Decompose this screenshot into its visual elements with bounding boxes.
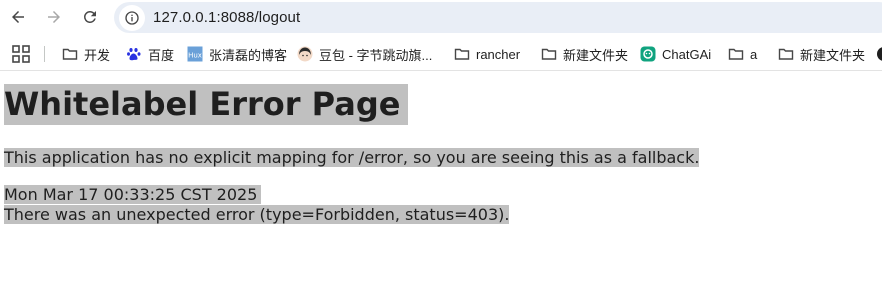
error-timestamp: Mon Mar 17 00:33:25 CST 2025 xyxy=(4,185,262,204)
fallback-message-text: This application has no explicit mapping… xyxy=(4,148,700,167)
bookmark-overflow[interactable] xyxy=(876,42,882,66)
bookmark-label: 新建文件夹 xyxy=(563,47,629,63)
dark-circle-icon xyxy=(876,46,882,62)
error-timestamp-text: Mon Mar 17 00:33:25 CST 2025 xyxy=(4,185,262,204)
baidu-paw-icon xyxy=(126,46,142,62)
bookmark-label: 豆包 - 字节跳动旗... xyxy=(319,47,433,63)
bookmark-blog[interactable]: Hux 张清磊的博客 xyxy=(187,42,287,66)
doubao-avatar-icon xyxy=(297,46,313,62)
forward-button[interactable] xyxy=(38,1,70,33)
bookmark-folder-new-1[interactable]: 新建文件夹 xyxy=(541,42,628,66)
page-title: Whitelabel Error Page xyxy=(4,84,409,125)
error-detail: There was an unexpected error (type=Forb… xyxy=(4,205,510,224)
site-info-button[interactable] xyxy=(119,4,145,31)
folder-icon xyxy=(62,46,78,62)
bookmark-label: ChatGAi xyxy=(662,46,712,62)
bookmark-label: 新建文件夹 xyxy=(800,47,866,63)
bookmark-folder-a[interactable]: a xyxy=(728,42,757,66)
folder-icon xyxy=(778,46,794,62)
bookmark-label: rancher xyxy=(476,46,521,62)
bookmark-folder-kaifa[interactable]: 开发 xyxy=(62,42,110,66)
bookmark-label: 百度 xyxy=(148,47,175,63)
browser-toolbar: 127.0.0.1:8088/logout xyxy=(0,0,882,36)
arrow-right-icon xyxy=(48,11,60,23)
bookmarks-separator xyxy=(44,46,45,62)
svg-text:Hux: Hux xyxy=(188,52,202,60)
bookmark-label: a xyxy=(750,46,758,62)
url-text[interactable]: 127.0.0.1:8088/logout xyxy=(153,9,300,26)
folder-icon xyxy=(541,46,557,62)
bookmark-baidu[interactable]: 百度 xyxy=(126,42,174,66)
bookmark-label: 张清磊的博客 xyxy=(209,47,288,63)
error-detail-text: There was an unexpected error (type=Forb… xyxy=(4,205,510,224)
bookmark-folder-new-2[interactable]: 新建文件夹 xyxy=(778,42,865,66)
folder-icon xyxy=(728,46,744,62)
fallback-message: This application has no explicit mapping… xyxy=(4,148,700,167)
bookmark-label: 开发 xyxy=(84,47,111,63)
arrow-left-icon xyxy=(12,11,24,23)
bookmark-doubao[interactable]: 豆包 - 字节跳动旗... xyxy=(297,42,432,66)
bookmark-folder-rancher[interactable]: rancher xyxy=(454,42,520,66)
bookmarks-bar: 开发 百度 Hux 张清磊的博客 豆包 - 字节跳动旗... rancher 新… xyxy=(0,38,882,71)
apps-grid-icon[interactable] xyxy=(12,45,30,63)
chatgai-icon xyxy=(640,46,656,62)
back-button[interactable] xyxy=(2,1,34,33)
blog-favicon: Hux xyxy=(187,46,203,62)
info-icon xyxy=(125,10,139,25)
reload-icon xyxy=(83,10,96,23)
folder-icon xyxy=(454,46,470,62)
bookmark-chatgai[interactable]: ChatGAi xyxy=(640,42,711,66)
reload-button[interactable] xyxy=(74,1,106,33)
address-bar[interactable]: 127.0.0.1:8088/logout xyxy=(114,2,882,33)
